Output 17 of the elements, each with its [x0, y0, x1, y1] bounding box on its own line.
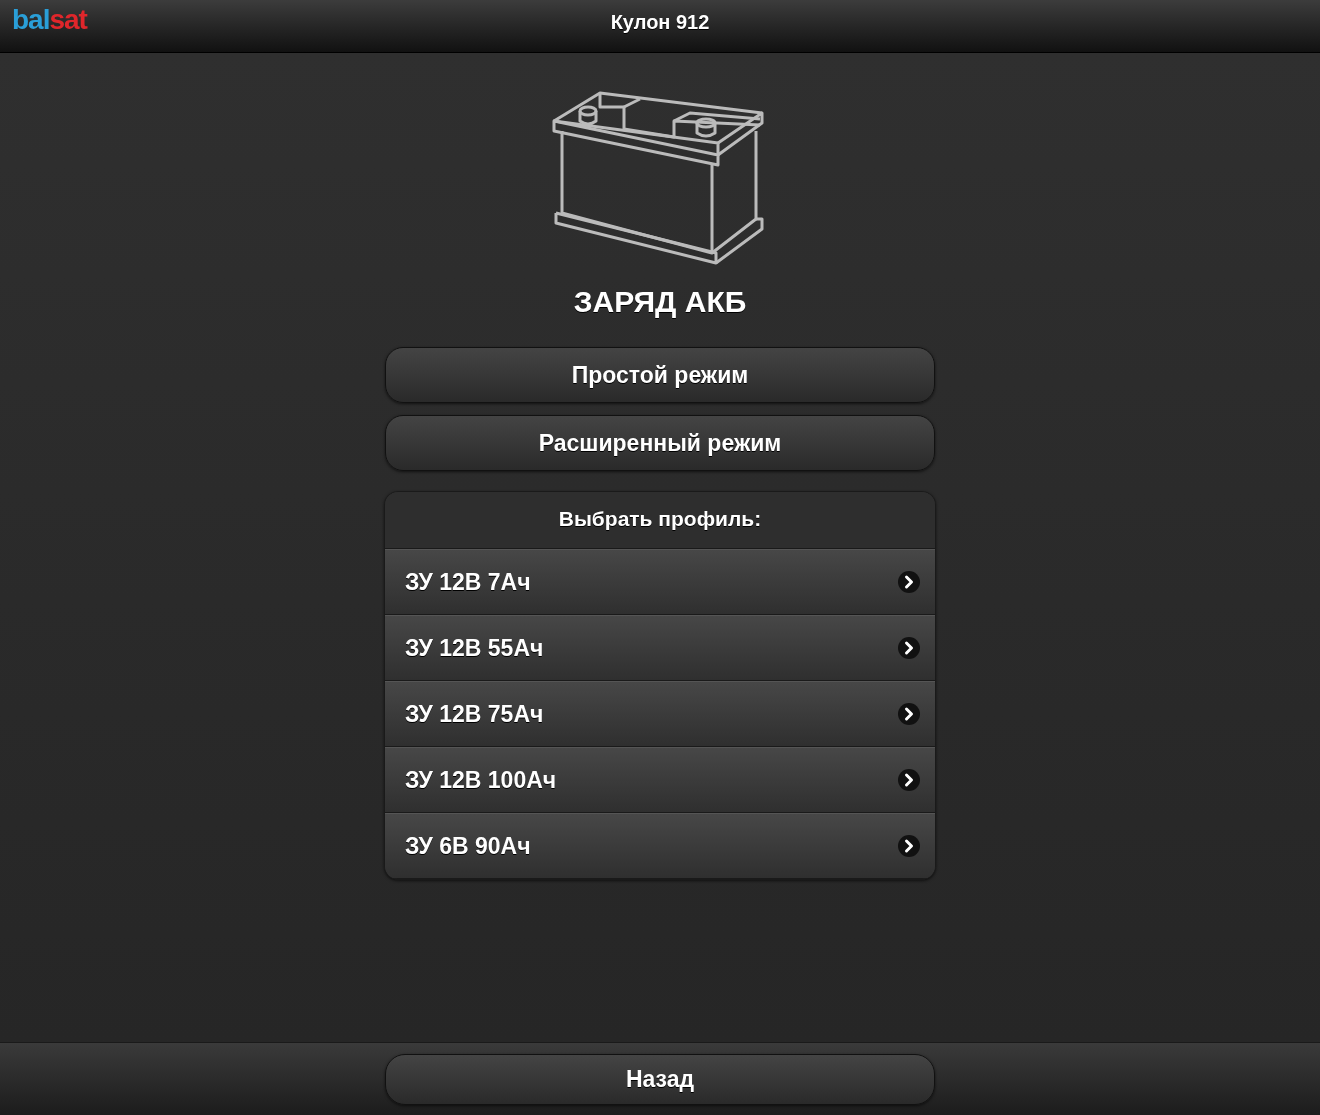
mode-button[interactable]: Расширенный режим	[385, 415, 935, 471]
page-title: Кулон 912	[610, 10, 710, 35]
list-header: Выбрать профиль:	[385, 492, 935, 549]
back-button[interactable]: Назад	[385, 1054, 935, 1105]
chevron-right-icon	[897, 702, 921, 726]
mode-button[interactable]: Простой режим	[385, 347, 935, 403]
profile-item[interactable]: ЗУ 12В 55Ач	[385, 615, 935, 681]
chevron-right-icon	[897, 636, 921, 660]
section-title: ЗАРЯД АКБ	[573, 285, 747, 319]
logo: balsat	[12, 4, 87, 36]
profile-item[interactable]: ЗУ 12В 100Ач	[385, 747, 935, 813]
chevron-right-icon	[897, 570, 921, 594]
chevron-right-icon	[897, 834, 921, 858]
profile-item[interactable]: ЗУ 12В 75Ач	[385, 681, 935, 747]
chevron-right-icon	[897, 768, 921, 792]
profile-item[interactable]: ЗУ 6В 90Ач	[385, 813, 935, 879]
profile-item[interactable]: ЗУ 12В 7Ач	[385, 549, 935, 615]
